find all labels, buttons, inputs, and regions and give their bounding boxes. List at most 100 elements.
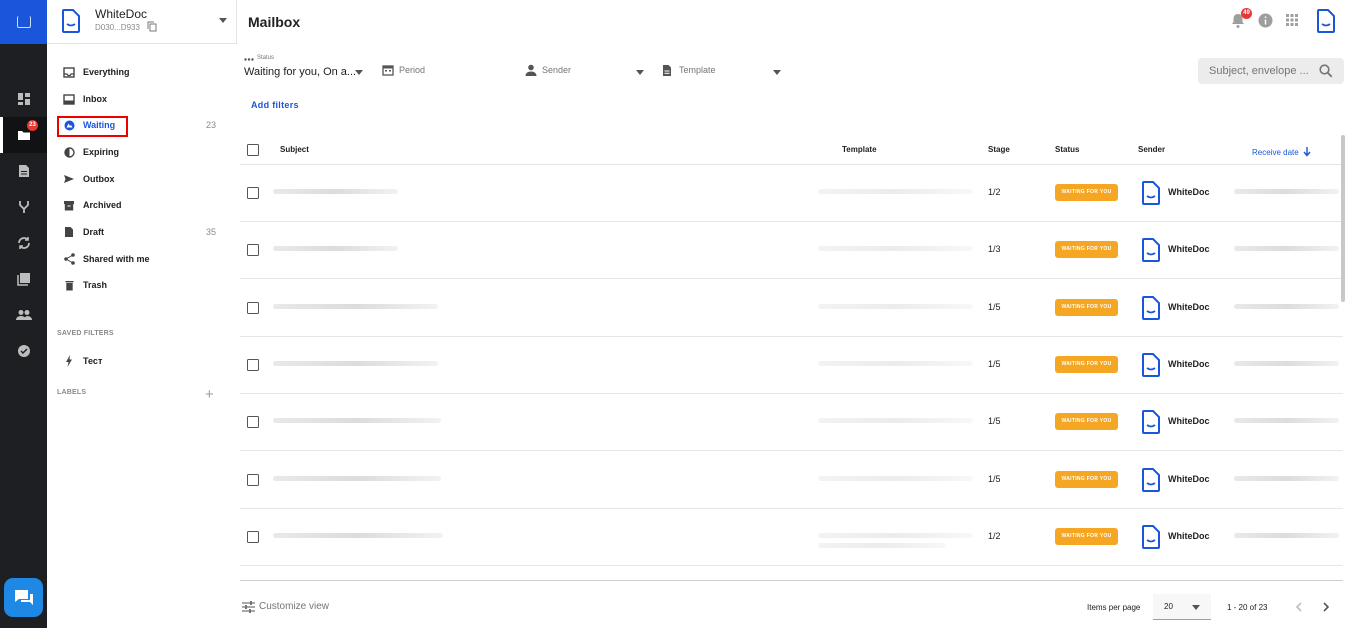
inbox-icon [63,93,75,105]
tune-icon [242,601,255,613]
app-rail: 23 [0,0,47,628]
status-chevron-down-icon[interactable] [355,70,363,75]
apps-button[interactable] [1286,14,1298,26]
nav-item-expiring[interactable]: Expiring [57,141,227,163]
document-icon [18,165,29,177]
select-all-checkbox[interactable] [247,144,259,156]
template-placeholder [818,542,946,548]
column-status[interactable]: Status [1055,145,1079,154]
search-box[interactable] [1198,58,1344,84]
row-checkbox[interactable] [247,473,259,486]
template-placeholder [818,475,973,481]
table-row[interactable]: 1/5 WAITING FOR YOU WhiteDoc [240,337,1343,394]
app-logo[interactable] [0,0,47,44]
row-checkbox[interactable] [247,416,259,429]
rail-documents[interactable] [0,153,47,189]
status-filter-select[interactable]: Waiting for you, On a... [244,66,356,78]
nav-item-everything[interactable]: Everything [57,61,227,83]
sender-name: WhiteDoc [1168,301,1210,312]
rail-settings[interactable] [0,333,47,369]
customize-view-button[interactable]: Customize view [259,601,329,612]
template-placeholder [818,360,973,366]
chevron-left-icon[interactable] [1295,602,1303,612]
stage-value: 1/2 [988,530,1001,541]
column-stage[interactable]: Stage [988,145,1010,154]
info-button[interactable] [1258,13,1273,28]
subject-placeholder [273,360,438,366]
rail-dashboard[interactable] [0,81,47,117]
row-checkbox[interactable] [247,187,259,199]
rail-library[interactable] [0,261,47,297]
row-checkbox[interactable] [247,244,259,257]
table-row[interactable]: 1/3 WAITING FOR YOU WhiteDoc [240,222,1343,280]
sender-logo-icon [1142,467,1160,492]
rail-contacts[interactable] [0,297,47,333]
rail-mailbox[interactable]: 23 [0,117,47,153]
table-row[interactable]: 1/2 WAITING FOR YOU WhiteDoc [240,509,1343,566]
calendar-icon [382,65,394,76]
row-checkbox[interactable] [247,301,259,314]
column-template[interactable]: Template [842,145,877,154]
table-row[interactable]: 1/5 WAITING FOR YOU WhiteDoc [240,280,1343,337]
sender-filter[interactable]: Sender [542,65,571,75]
nav-item-label: Trash [83,280,108,290]
nav-item-inbox[interactable]: Inbox [57,88,227,110]
table-row[interactable]: 1/5 WAITING FOR YOU WhiteDoc [240,452,1343,509]
org-switcher[interactable]: WhiteDoc D030...D933 [47,0,237,44]
subject-placeholder [273,475,441,481]
sender-name: WhiteDoc [1168,187,1210,197]
nav-item-outbox[interactable]: Outbox [57,168,227,190]
copy-icon[interactable] [147,21,157,32]
chat-button[interactable] [4,578,43,617]
column-subject[interactable]: Subject [280,145,309,154]
archive-icon [64,200,74,210]
nav-item-shared[interactable]: Shared with me [57,248,227,270]
profile-button[interactable] [1317,9,1335,33]
template-placeholder [818,303,973,309]
row-checkbox[interactable] [247,530,259,543]
nav-item-archived[interactable]: Archived [57,194,227,216]
template-placeholder [818,246,973,252]
template-placeholder [818,418,973,424]
items-per-page-select[interactable]: 20 [1153,594,1211,620]
nav-item-label: Shared with me [83,254,150,264]
selected-highlight [57,116,128,137]
pagination-range: 1 - 20 of 23 [1227,603,1268,612]
nav-item-trash[interactable]: Trash [57,274,227,296]
nav-item-label: Draft [83,227,105,237]
notifications-badge: 49 [1241,8,1252,19]
date-placeholder [1234,303,1339,309]
sync-icon [17,237,30,249]
chevron-down-icon [1192,605,1200,610]
sender-logo-icon [1142,181,1160,205]
column-receive-date[interactable]: Receive date [1252,145,1311,157]
saved-filter-item[interactable]: Тест [57,350,227,372]
chevron-right-icon[interactable] [1322,602,1330,612]
template-chevron-down-icon[interactable] [773,70,781,75]
status-badge: WAITING FOR YOU [1055,298,1118,316]
rail-sync[interactable] [0,225,47,261]
column-sender[interactable]: Sender [1138,145,1165,154]
library-icon [16,273,30,286]
person-icon [525,64,537,76]
status-badge: WAITING FOR YOU [1055,413,1118,431]
items-per-page-value: 20 [1164,602,1173,611]
table-row[interactable]: 1/5 WAITING FOR YOU WhiteDoc [240,394,1343,452]
chat-icon [14,589,33,605]
template-filter[interactable]: Template [679,65,716,75]
folder-badge: 23 [27,120,38,131]
nav-item-label: Inbox [83,94,107,104]
rail-routes[interactable] [0,189,47,225]
row-checkbox[interactable] [247,358,259,371]
nav-item-draft[interactable]: Draft 35 [57,221,227,243]
sender-chevron-down-icon[interactable] [636,70,644,75]
table-scrollbar[interactable] [1341,135,1345,302]
add-label-icon[interactable]: + [205,386,214,403]
period-filter[interactable]: Period [399,65,425,75]
mailbox-table: Subject Template Stage Status Sender Rec… [240,135,1343,581]
nav-item-label: Everything [83,67,130,77]
add-filters-button[interactable]: Add filters [251,100,299,110]
search-icon[interactable] [1319,64,1333,78]
chevron-down-icon[interactable] [219,18,227,23]
table-row[interactable]: 1/2 WAITING FOR YOU WhiteDoc [240,165,1343,222]
